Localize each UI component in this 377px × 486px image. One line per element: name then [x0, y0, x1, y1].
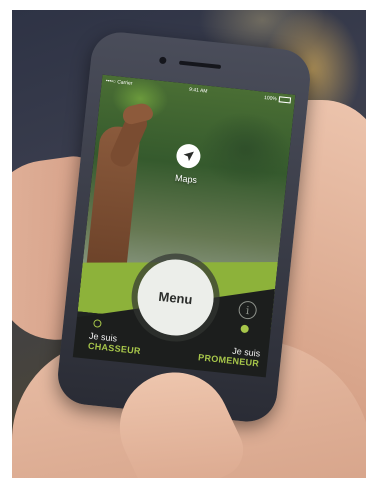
front-camera	[158, 56, 167, 65]
battery-icon	[278, 96, 292, 104]
battery-indicator: 100%	[263, 94, 292, 104]
app-screen: ••••○ Carrier 9:41 AM 100% Maps Menu i J…	[72, 74, 296, 378]
earpiece-speaker	[178, 60, 222, 69]
smartphone: ••••○ Carrier 9:41 AM 100% Maps Menu i J…	[55, 29, 313, 425]
photo-background: ••••○ Carrier 9:41 AM 100% Maps Menu i J…	[12, 10, 366, 478]
navigation-arrow-icon	[183, 151, 194, 162]
carrier-label: ••••○ Carrier	[105, 78, 133, 87]
battery-percent: 100%	[263, 94, 278, 103]
clock: 9:41 AM	[188, 86, 208, 95]
deer-head	[120, 101, 155, 126]
